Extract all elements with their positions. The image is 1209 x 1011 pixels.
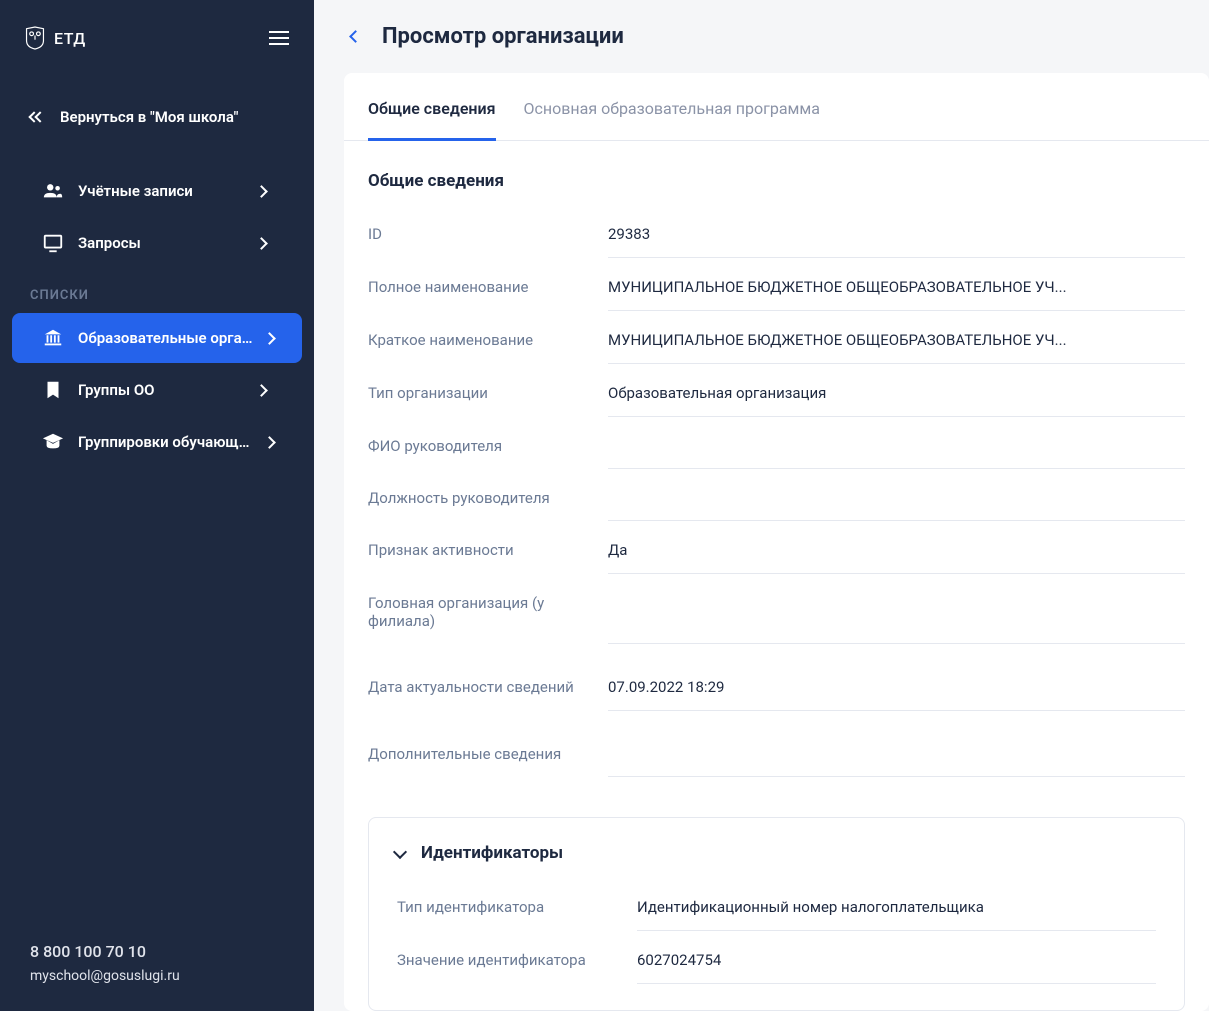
tab-general[interactable]: Общие сведения xyxy=(368,73,496,141)
nav-student-groups-label: Группировки обучающихся xyxy=(78,433,258,451)
chevron-right-icon xyxy=(250,379,272,401)
field-label: Головная организация (у филиала) xyxy=(368,580,608,644)
chevron-down-icon xyxy=(389,842,411,864)
nav-edu-orgs-label: Образовательные организа... xyxy=(78,329,258,347)
identifiers-card: Идентификаторы Тип идентификатора Иденти… xyxy=(368,817,1185,1011)
field-value xyxy=(608,423,1185,469)
field-label: Дата актуальности сведений xyxy=(368,664,608,711)
page-title: Просмотр организации xyxy=(382,24,624,49)
identifiers-toggle[interactable]: Идентификаторы xyxy=(369,818,1184,884)
institution-icon xyxy=(42,327,64,349)
people-icon xyxy=(42,180,64,202)
chevron-right-icon xyxy=(250,232,272,254)
field-value xyxy=(608,731,1185,777)
field-label: Признак активности xyxy=(368,527,608,574)
field-id: ID 29383 xyxy=(344,211,1209,258)
field-label: ID xyxy=(368,211,608,258)
monitor-icon xyxy=(42,232,64,254)
field-active: Признак активности Да xyxy=(344,527,1209,574)
field-value: МУНИЦИПАЛЬНОЕ БЮДЖЕТНОЕ ОБЩЕОБРАЗОВАТЕЛЬ… xyxy=(608,317,1185,364)
field-id-value: Значение идентификатора 6027024754 xyxy=(369,937,1184,984)
main-content: Просмотр организации Общие сведения Осно… xyxy=(314,0,1209,1011)
sidebar-header: ЕТД xyxy=(0,0,314,76)
nav-requests-label: Запросы xyxy=(78,234,141,252)
support-email[interactable]: myschool@gosuslugi.ru xyxy=(30,965,284,987)
content-card: Общие сведения Основная образовательная … xyxy=(344,73,1209,1011)
lists-section-header: СПИСКИ xyxy=(0,270,314,311)
chevron-right-icon xyxy=(258,431,280,453)
field-full-name: Полное наименование МУНИЦИПАЛЬНОЕ БЮДЖЕТ… xyxy=(344,264,1209,311)
field-value xyxy=(608,475,1185,521)
menu-toggle-icon[interactable] xyxy=(268,27,290,49)
double-chevron-left-icon xyxy=(30,106,46,128)
chevron-right-icon xyxy=(250,180,272,202)
nav-requests[interactable]: Запросы xyxy=(12,218,302,268)
field-parent-org: Головная организация (у филиала) xyxy=(344,580,1209,644)
nav-oo-groups-label: Группы ОО xyxy=(78,381,155,399)
field-actual-date: Дата актуальности сведений 07.09.2022 18… xyxy=(344,664,1209,711)
field-label: Краткое наименование xyxy=(368,317,608,364)
sidebar-footer: 8 800 100 70 10 myschool@gosuslugi.ru xyxy=(0,915,314,1011)
field-value: 29383 xyxy=(608,211,1185,258)
field-label: Дополнительные сведения xyxy=(368,731,608,777)
back-arrow-icon[interactable] xyxy=(344,26,366,48)
nav-accounts[interactable]: Учётные записи xyxy=(12,166,302,216)
section-heading-general: Общие сведения xyxy=(344,141,1209,211)
nav-accounts-label: Учётные записи xyxy=(78,182,193,200)
support-phone[interactable]: 8 800 100 70 10 xyxy=(30,939,284,965)
logo[interactable]: ЕТД xyxy=(24,27,86,49)
field-value: Образовательная организация xyxy=(608,370,1185,417)
graduation-icon xyxy=(42,431,64,453)
chevron-right-icon xyxy=(258,327,280,349)
field-label: Полное наименование xyxy=(368,264,608,311)
field-head-name: ФИО руководителя xyxy=(344,423,1209,469)
field-value: Да xyxy=(608,527,1185,574)
field-id-type: Тип идентификатора Идентификационный ном… xyxy=(369,884,1184,931)
field-value: 07.09.2022 18:29 xyxy=(608,664,1185,711)
field-label: ФИО руководителя xyxy=(368,423,608,469)
field-value: МУНИЦИПАЛЬНОЕ БЮДЖЕТНОЕ ОБЩЕОБРАЗОВАТЕЛЬ… xyxy=(608,264,1185,311)
owl-logo-icon xyxy=(24,27,46,49)
field-org-type: Тип организации Образовательная организа… xyxy=(344,370,1209,417)
field-label: Тип идентификатора xyxy=(397,884,637,931)
nav-edu-orgs[interactable]: Образовательные организа... xyxy=(12,313,302,363)
field-label: Значение идентификатора xyxy=(397,937,637,984)
field-head-position: Должность руководителя xyxy=(344,475,1209,521)
field-value: Идентификационный номер налогоплательщик… xyxy=(637,884,1156,931)
identifiers-heading: Идентификаторы xyxy=(421,843,563,863)
tab-program[interactable]: Основная образовательная программа xyxy=(524,73,820,141)
nav-student-groups[interactable]: Группировки обучающихся xyxy=(12,417,302,467)
sidebar: ЕТД Вернуться в "Моя школа" xyxy=(0,0,314,1011)
field-additional: Дополнительные сведения xyxy=(344,731,1209,777)
back-link-label: Вернуться в "Моя школа" xyxy=(60,108,238,126)
field-label: Тип организации xyxy=(368,370,608,417)
logo-text: ЕТД xyxy=(54,29,86,48)
field-short-name: Краткое наименование МУНИЦИПАЛЬНОЕ БЮДЖЕ… xyxy=(344,317,1209,364)
bookmark-icon xyxy=(42,379,64,401)
tabs: Общие сведения Основная образовательная … xyxy=(344,73,1209,141)
field-label: Должность руководителя xyxy=(368,475,608,521)
nav-oo-groups[interactable]: Группы ОО xyxy=(12,365,302,415)
field-value: 6027024754 xyxy=(637,937,1156,984)
page-header: Просмотр организации xyxy=(314,0,1209,73)
back-to-myschool-link[interactable]: Вернуться в "Моя школа" xyxy=(0,88,314,146)
field-value xyxy=(608,580,1185,644)
